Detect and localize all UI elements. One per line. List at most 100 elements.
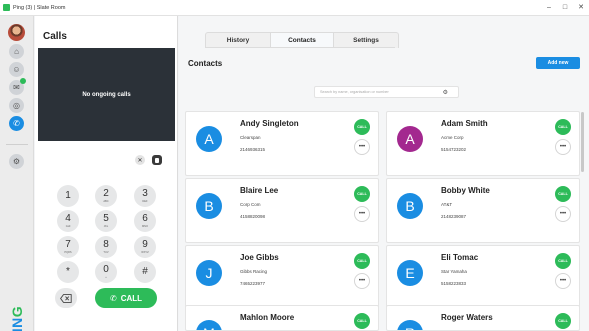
contact-card[interactable]: R Roger Waters CALL bbox=[386, 305, 580, 331]
rail-contacts-icon[interactable]: ☺ bbox=[9, 62, 24, 77]
calls-title: Calls bbox=[43, 31, 67, 42]
call-video-area: No ongoing calls bbox=[38, 48, 175, 141]
key-letters: DEF bbox=[142, 200, 148, 203]
chat-icon: ✉ bbox=[13, 83, 20, 92]
keypad-key-0[interactable]: 0 + bbox=[95, 261, 117, 283]
contact-org: Star Yamaha bbox=[441, 269, 467, 274]
contact-more-button[interactable]: ••• bbox=[555, 139, 571, 155]
window-controls: – □ ✕ bbox=[545, 3, 585, 12]
contact-card[interactable]: J Joe Gibbs Gibbs Racing 7465223977 CALL… bbox=[185, 245, 379, 310]
keypad-key-hash[interactable]: # bbox=[134, 261, 156, 283]
contact-phone: 2146936315 bbox=[240, 147, 266, 152]
contact-avatar: E bbox=[397, 260, 423, 286]
contact-more-button[interactable]: ••• bbox=[354, 273, 370, 289]
key-digit: 8 bbox=[103, 239, 109, 250]
backspace-button[interactable] bbox=[55, 288, 77, 308]
contact-card[interactable]: B Bobby White AT&T 2148239087 CALL ••• bbox=[386, 178, 580, 243]
key-digit: 4 bbox=[65, 213, 71, 224]
rail-voicemail-icon[interactable]: ◎ bbox=[9, 98, 24, 113]
rail-phone-icon[interactable]: ✆ bbox=[9, 116, 24, 131]
keypad-key-5[interactable]: 5 JKL bbox=[95, 210, 117, 232]
contact-phone: 5154723202 bbox=[441, 147, 467, 152]
contact-call-button[interactable]: CALL bbox=[555, 186, 571, 202]
tab-contacts[interactable]: Contacts bbox=[270, 33, 334, 48]
contact-org: Corp Com bbox=[240, 202, 261, 207]
contact-card[interactable]: B Blaire Lee Corp Com 4158820098 CALL ••… bbox=[185, 178, 379, 243]
dial-number-input[interactable] bbox=[38, 166, 175, 186]
contact-more-button[interactable]: ••• bbox=[555, 273, 571, 289]
rail-chat-icon[interactable]: ✉ bbox=[9, 78, 26, 95]
contact-card[interactable]: E Eli Tomac Star Yamaha 5158223833 CALL … bbox=[386, 245, 580, 310]
add-new-button[interactable]: Add new bbox=[536, 57, 580, 69]
contact-avatar: J bbox=[196, 260, 222, 286]
contact-name: Eli Tomac bbox=[441, 253, 479, 262]
contact-call-button[interactable]: CALL bbox=[555, 119, 571, 135]
contacts-main: History Contacts Settings Contacts Add n… bbox=[179, 16, 589, 331]
contact-phone: 5158223833 bbox=[441, 281, 467, 286]
tab-settings[interactable]: Settings bbox=[334, 33, 398, 48]
contact-call-button[interactable]: CALL bbox=[354, 186, 370, 202]
contact-more-button[interactable]: ••• bbox=[354, 206, 370, 222]
key-letters: PQRS bbox=[64, 251, 72, 254]
keypad-key-4[interactable]: 4 GHI bbox=[57, 210, 79, 232]
key-digit: 6 bbox=[142, 213, 148, 224]
rail-divider bbox=[6, 144, 28, 145]
contact-avatar: B bbox=[196, 193, 222, 219]
ping-logo: PING bbox=[4, 304, 30, 331]
keypad-key-7[interactable]: 7 PQRS bbox=[57, 236, 79, 258]
contact-call-button[interactable]: CALL bbox=[555, 253, 571, 269]
search-input[interactable]: Search by name, organisation or number ⚙ bbox=[314, 86, 459, 98]
contact-phone: 4158820098 bbox=[240, 214, 266, 219]
rail-home-icon[interactable]: ⌂ bbox=[9, 44, 24, 59]
maximize-button[interactable]: □ bbox=[561, 3, 569, 12]
minimize-button[interactable]: – bbox=[545, 3, 553, 12]
keypad-key-8[interactable]: 8 TUV bbox=[95, 236, 117, 258]
window-titlebar: Ping (3) | Slate Room – □ ✕ bbox=[0, 0, 589, 16]
call-button-label: CALL bbox=[120, 293, 143, 303]
rail-settings-icon[interactable]: ⚙ bbox=[9, 154, 24, 169]
contact-call-button[interactable]: CALL bbox=[555, 313, 571, 329]
call-button[interactable]: ✆ CALL bbox=[95, 288, 157, 308]
contact-more-button[interactable]: ••• bbox=[354, 139, 370, 155]
contact-call-button[interactable]: CALL bbox=[354, 119, 370, 135]
ping-logo-accent: G bbox=[9, 305, 26, 318]
contact-phone: 2148239087 bbox=[441, 214, 467, 219]
user-avatar[interactable] bbox=[8, 24, 25, 41]
contact-avatar: R bbox=[397, 320, 423, 330]
key-letters: MNO bbox=[141, 225, 149, 228]
contacts-scrollbar[interactable] bbox=[581, 112, 584, 172]
contact-book-icon bbox=[155, 157, 159, 163]
contact-book-button[interactable] bbox=[152, 155, 162, 165]
keypad-key-9[interactable]: 9 WXYZ bbox=[134, 236, 156, 258]
contact-avatar: A bbox=[397, 126, 423, 152]
search-placeholder: Search by name, organisation or number bbox=[320, 90, 389, 94]
contact-avatar: M bbox=[196, 320, 222, 330]
calls-panel: Calls No ongoing calls bbox=[35, 16, 178, 331]
key-letters: GHI bbox=[65, 225, 71, 228]
close-button[interactable]: ✕ bbox=[577, 3, 585, 12]
contact-card[interactable]: A Andy Singleton Clearspan 2146936315 CA… bbox=[185, 111, 379, 176]
tab-history[interactable]: History bbox=[206, 33, 270, 48]
contact-call-button[interactable]: CALL bbox=[354, 253, 370, 269]
key-letters: WXYZ bbox=[141, 251, 149, 254]
keypad-key-star[interactable]: * bbox=[57, 261, 79, 283]
contact-org: Clearspan bbox=[240, 135, 261, 140]
contact-card[interactable]: A Adam Smith Acme Corp 5154723202 CALL •… bbox=[386, 111, 580, 176]
contact-name: Blaire Lee bbox=[240, 186, 279, 195]
contact-name: Bobby White bbox=[441, 186, 490, 195]
contact-call-button[interactable]: CALL bbox=[354, 313, 370, 329]
key-letters: JKL bbox=[103, 225, 109, 228]
contact-more-button[interactable]: ••• bbox=[555, 206, 571, 222]
keypad-key-1[interactable]: 1 bbox=[57, 185, 79, 207]
key-digit: 3 bbox=[142, 188, 148, 199]
keypad-key-3[interactable]: 3 DEF bbox=[134, 185, 156, 207]
clear-number-button[interactable]: ✕ bbox=[135, 155, 145, 165]
keypad-key-6[interactable]: 6 MNO bbox=[134, 210, 156, 232]
contact-card[interactable]: M Mahlon Moore CALL bbox=[185, 305, 379, 331]
ping-logo-text: PIN bbox=[9, 317, 26, 331]
key-digit: 7 bbox=[65, 239, 71, 250]
search-settings-icon[interactable]: ⚙ bbox=[443, 89, 448, 96]
contact-name: Mahlon Moore bbox=[240, 313, 295, 322]
keypad-key-2[interactable]: 2 ABC bbox=[95, 185, 117, 207]
contact-org: Gibbs Racing bbox=[240, 269, 268, 274]
